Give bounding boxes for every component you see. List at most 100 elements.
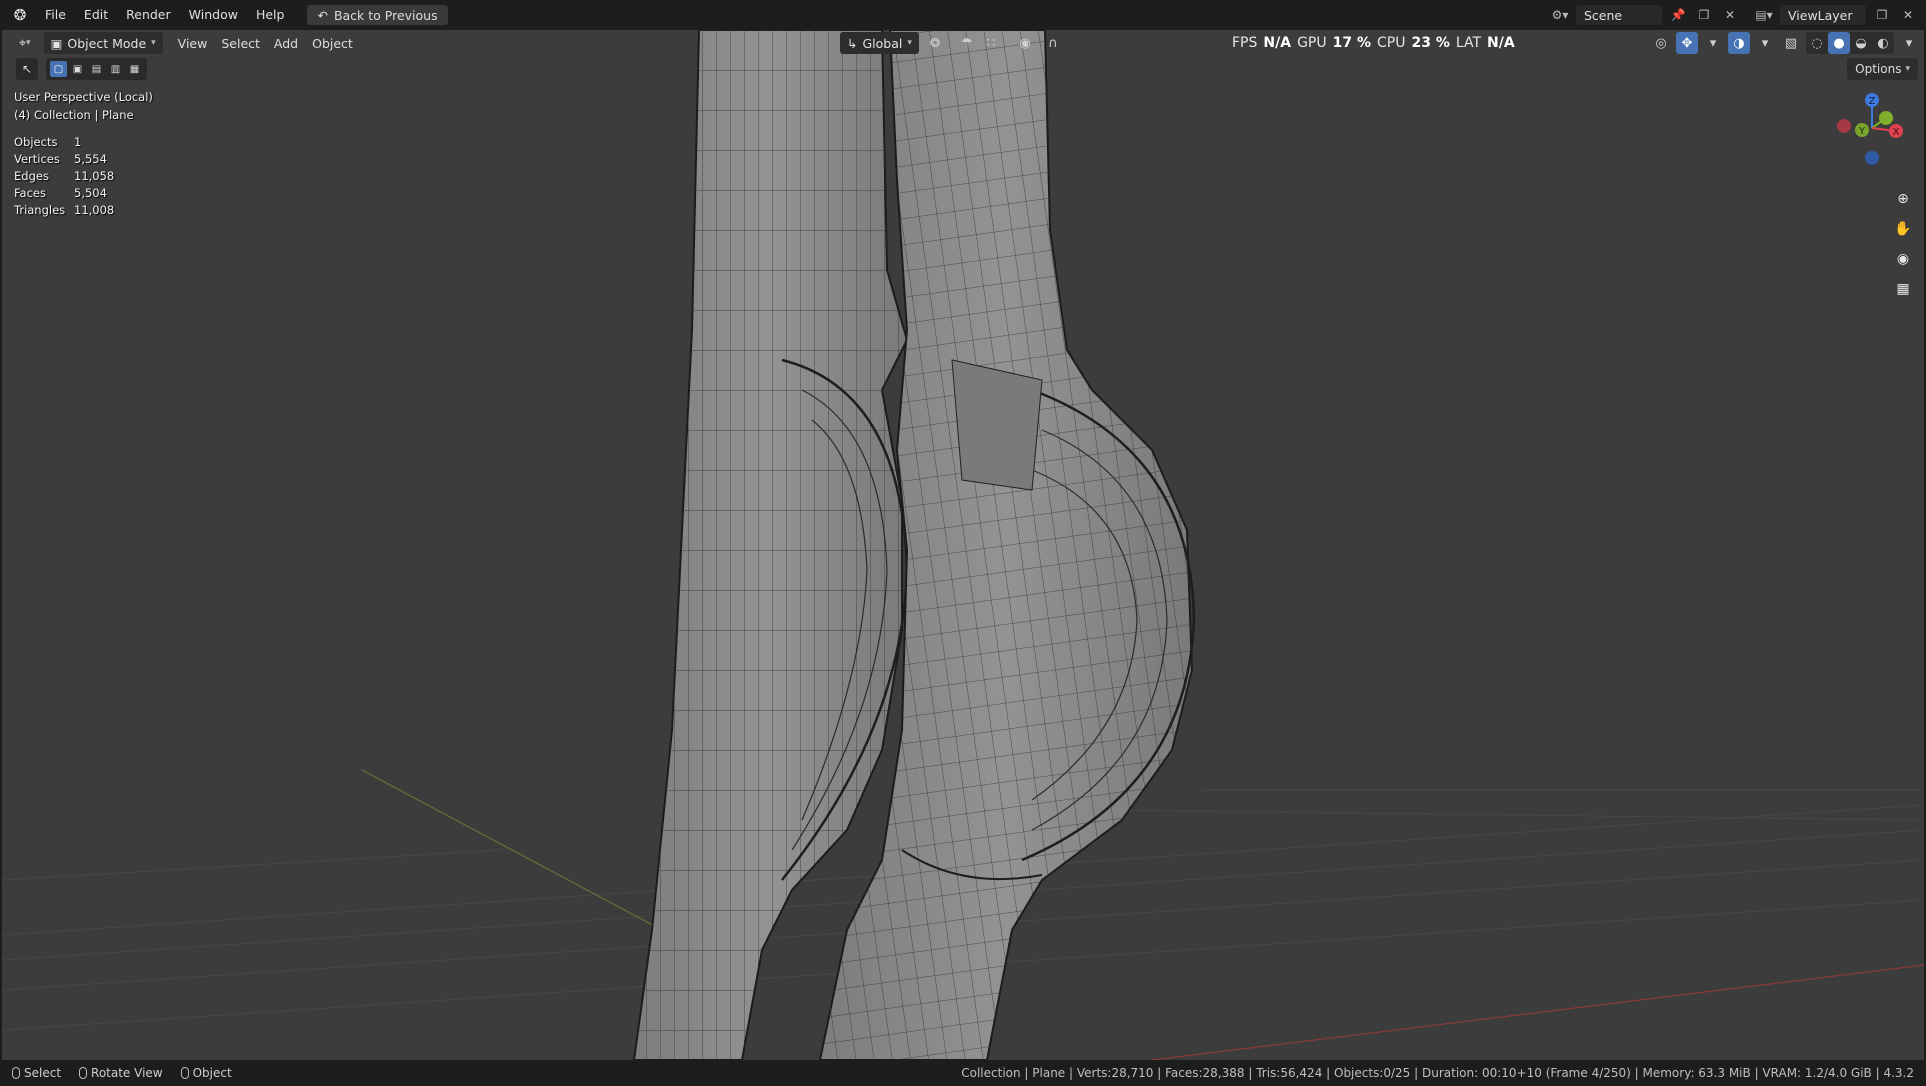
stat-row: Edges 11,058 xyxy=(14,169,115,183)
gizmo-toggle-icon[interactable]: ✥ xyxy=(1676,32,1698,54)
status-bar: Select Rotate View Object Collection | P… xyxy=(0,1060,1926,1086)
select-subtract-icon[interactable]: ▤ xyxy=(88,61,105,77)
select-extend-icon[interactable]: ▣ xyxy=(69,61,86,77)
shading-mode-group: ◌ ● ◒ ◐ xyxy=(1806,32,1894,54)
transform-orientation-label: Global xyxy=(862,35,903,51)
object-mode-label: Object Mode xyxy=(67,35,147,51)
perspective-toggle-icon[interactable]: ▦ xyxy=(1890,276,1916,302)
cpu-label: CPU xyxy=(1377,35,1406,51)
menu-view[interactable]: View xyxy=(171,32,215,54)
menu-help[interactable]: Help xyxy=(247,0,294,30)
chevron-down-icon[interactable]: ▾ xyxy=(1898,32,1920,54)
lat-label: LAT xyxy=(1455,35,1482,51)
delete-viewlayer-icon[interactable]: ✕ xyxy=(1898,5,1918,25)
overlays-toggle-icon[interactable]: ◑ xyxy=(1728,32,1750,54)
falloff-icon[interactable]: ∩ xyxy=(1042,32,1064,54)
object-mode-dropdown[interactable]: ▣ Object Mode ▾ xyxy=(43,32,163,54)
mouse-left-icon xyxy=(12,1067,20,1079)
editor-type-button[interactable]: ⌖ ▾ xyxy=(12,32,38,54)
fps-value: N/A xyxy=(1263,35,1292,51)
solid-shading-icon[interactable]: ● xyxy=(1828,32,1850,54)
snap-target-icon[interactable]: ∷ xyxy=(980,32,1002,54)
snap-toggle-icon[interactable]: ☂ xyxy=(956,32,978,54)
scene-selector-icon[interactable]: ⚙▾ xyxy=(1550,5,1570,25)
gpu-label: GPU xyxy=(1297,35,1327,51)
menu-file[interactable]: File xyxy=(36,0,75,30)
rendered-shading-icon[interactable]: ◐ xyxy=(1872,32,1894,54)
chevron-down-icon: ▾ xyxy=(26,38,31,48)
viewlayer-name-label: ViewLayer xyxy=(1788,7,1853,23)
orientation-icon: ↳ xyxy=(847,35,858,51)
menu-object[interactable]: Object xyxy=(305,32,360,54)
viewlayer-selector-icon[interactable]: ▤▾ xyxy=(1754,5,1774,25)
top-menu-bar: ❂ File Edit Render Window Help ↶ Back to… xyxy=(0,0,1926,30)
camera-view-icon[interactable]: ◉ xyxy=(1890,246,1916,272)
gpu-value: 17 % xyxy=(1332,35,1371,51)
select-intersect-icon[interactable]: ▦ xyxy=(126,61,143,77)
wireframe-shading-icon[interactable]: ◌ xyxy=(1806,32,1828,54)
stat-row: Triangles 11,008 xyxy=(14,203,115,217)
chevron-down-icon[interactable]: ▾ xyxy=(1702,32,1724,54)
chevron-down-icon[interactable]: ▾ xyxy=(1754,32,1776,54)
proportional-editing-icon[interactable]: ◉ xyxy=(1014,32,1036,54)
menu-select[interactable]: Select xyxy=(214,32,267,54)
collection-name: (4) Collection | Plane xyxy=(14,108,134,122)
hint-object: Object xyxy=(180,1066,232,1080)
select-new-icon[interactable]: ▢ xyxy=(50,61,67,77)
transform-orientation-dropdown[interactable]: ↳ Global ▾ xyxy=(840,32,919,54)
new-viewlayer-icon[interactable]: ❐ xyxy=(1872,5,1892,25)
lat-value: N/A xyxy=(1487,35,1515,51)
menu-render[interactable]: Render xyxy=(117,0,180,30)
mouse-middle-icon xyxy=(79,1067,88,1079)
3d-viewport[interactable]: ⌖ ▾ ▣ Object Mode ▾ View Select Add Objec… xyxy=(2,30,1924,1060)
navigation-gizmo[interactable]: Z Y X xyxy=(1830,88,1910,168)
pivot-point-icon[interactable]: ⭗ xyxy=(924,32,946,54)
fps-label: FPS xyxy=(1232,35,1258,51)
new-scene-icon[interactable]: ❐ xyxy=(1694,5,1714,25)
xray-toggle-icon[interactable]: ▧ xyxy=(1780,32,1802,54)
scene-statistics: Collection | Plane | Verts:28,710 | Face… xyxy=(961,1066,1914,1080)
viewlayer-name-field[interactable]: ViewLayer xyxy=(1780,5,1866,25)
y-axis-line xyxy=(361,769,663,931)
mesh-render xyxy=(2,30,1924,1060)
viewport-header-right: ◎ ✥ ▾ ◑ ▾ ▧ ◌ ● ◒ ◐ ▾ xyxy=(1650,32,1920,54)
delete-scene-icon[interactable]: ✕ xyxy=(1720,5,1740,25)
material-shading-icon[interactable]: ◒ xyxy=(1850,32,1872,54)
pin-scene-icon[interactable]: 📌 xyxy=(1668,5,1688,25)
gizmo-z-label: Z xyxy=(1869,96,1876,107)
blender-logo-icon[interactable]: ❂ xyxy=(10,5,30,25)
select-tool-icon[interactable]: ↖ xyxy=(16,58,38,80)
x-axis-line xyxy=(1151,964,1924,1060)
viewport-header: ⌖ ▾ ▣ Object Mode ▾ View Select Add Objec… xyxy=(2,30,1924,56)
performance-readout: FPS N/A GPU 17 % CPU 23 % LAT N/A xyxy=(1232,30,1515,56)
stat-row: Faces 5,504 xyxy=(14,186,107,200)
stat-row: Objects 1 xyxy=(14,135,82,149)
visibility-icon[interactable]: ◎ xyxy=(1650,32,1672,54)
chevron-down-icon: ▾ xyxy=(151,38,156,48)
options-label: Options xyxy=(1855,62,1902,76)
gizmo-y-label: Y xyxy=(1858,126,1866,137)
viewport-info-overlay: User Perspective (Local) (4) Collection … xyxy=(14,88,153,124)
gizmo-y-axis[interactable] xyxy=(1879,111,1893,125)
back-to-previous-button[interactable]: ↶ Back to Previous xyxy=(307,5,448,25)
chevron-down-icon: ▾ xyxy=(1905,64,1910,74)
select-invert-icon[interactable]: ▥ xyxy=(107,61,124,77)
back-icon: ↶ xyxy=(317,7,328,23)
options-dropdown[interactable]: Options ▾ xyxy=(1847,58,1918,80)
mouse-right-icon xyxy=(180,1067,189,1079)
menu-window[interactable]: Window xyxy=(180,0,247,30)
stat-row: Vertices 5,554 xyxy=(14,152,107,166)
view-name: User Perspective (Local) xyxy=(14,90,153,104)
selection-mode-group: ▢ ▣ ▤ ▥ ▦ xyxy=(46,58,147,80)
zoom-icon[interactable]: ⊕ xyxy=(1890,186,1916,212)
cpu-value: 23 % xyxy=(1411,35,1450,51)
pan-hand-icon[interactable]: ✋ xyxy=(1890,216,1916,242)
menu-edit[interactable]: Edit xyxy=(75,0,117,30)
scene-name-field[interactable]: Scene xyxy=(1576,5,1662,25)
menu-add[interactable]: Add xyxy=(267,32,305,54)
gizmo-x-neg-axis[interactable] xyxy=(1837,119,1851,133)
gizmo-z-neg-axis[interactable] xyxy=(1865,151,1879,165)
scene-name-label: Scene xyxy=(1584,7,1623,23)
hint-rotate-view: Rotate View xyxy=(79,1066,163,1080)
tool-settings-row: ↖ ▢ ▣ ▤ ▥ ▦ xyxy=(16,58,147,80)
